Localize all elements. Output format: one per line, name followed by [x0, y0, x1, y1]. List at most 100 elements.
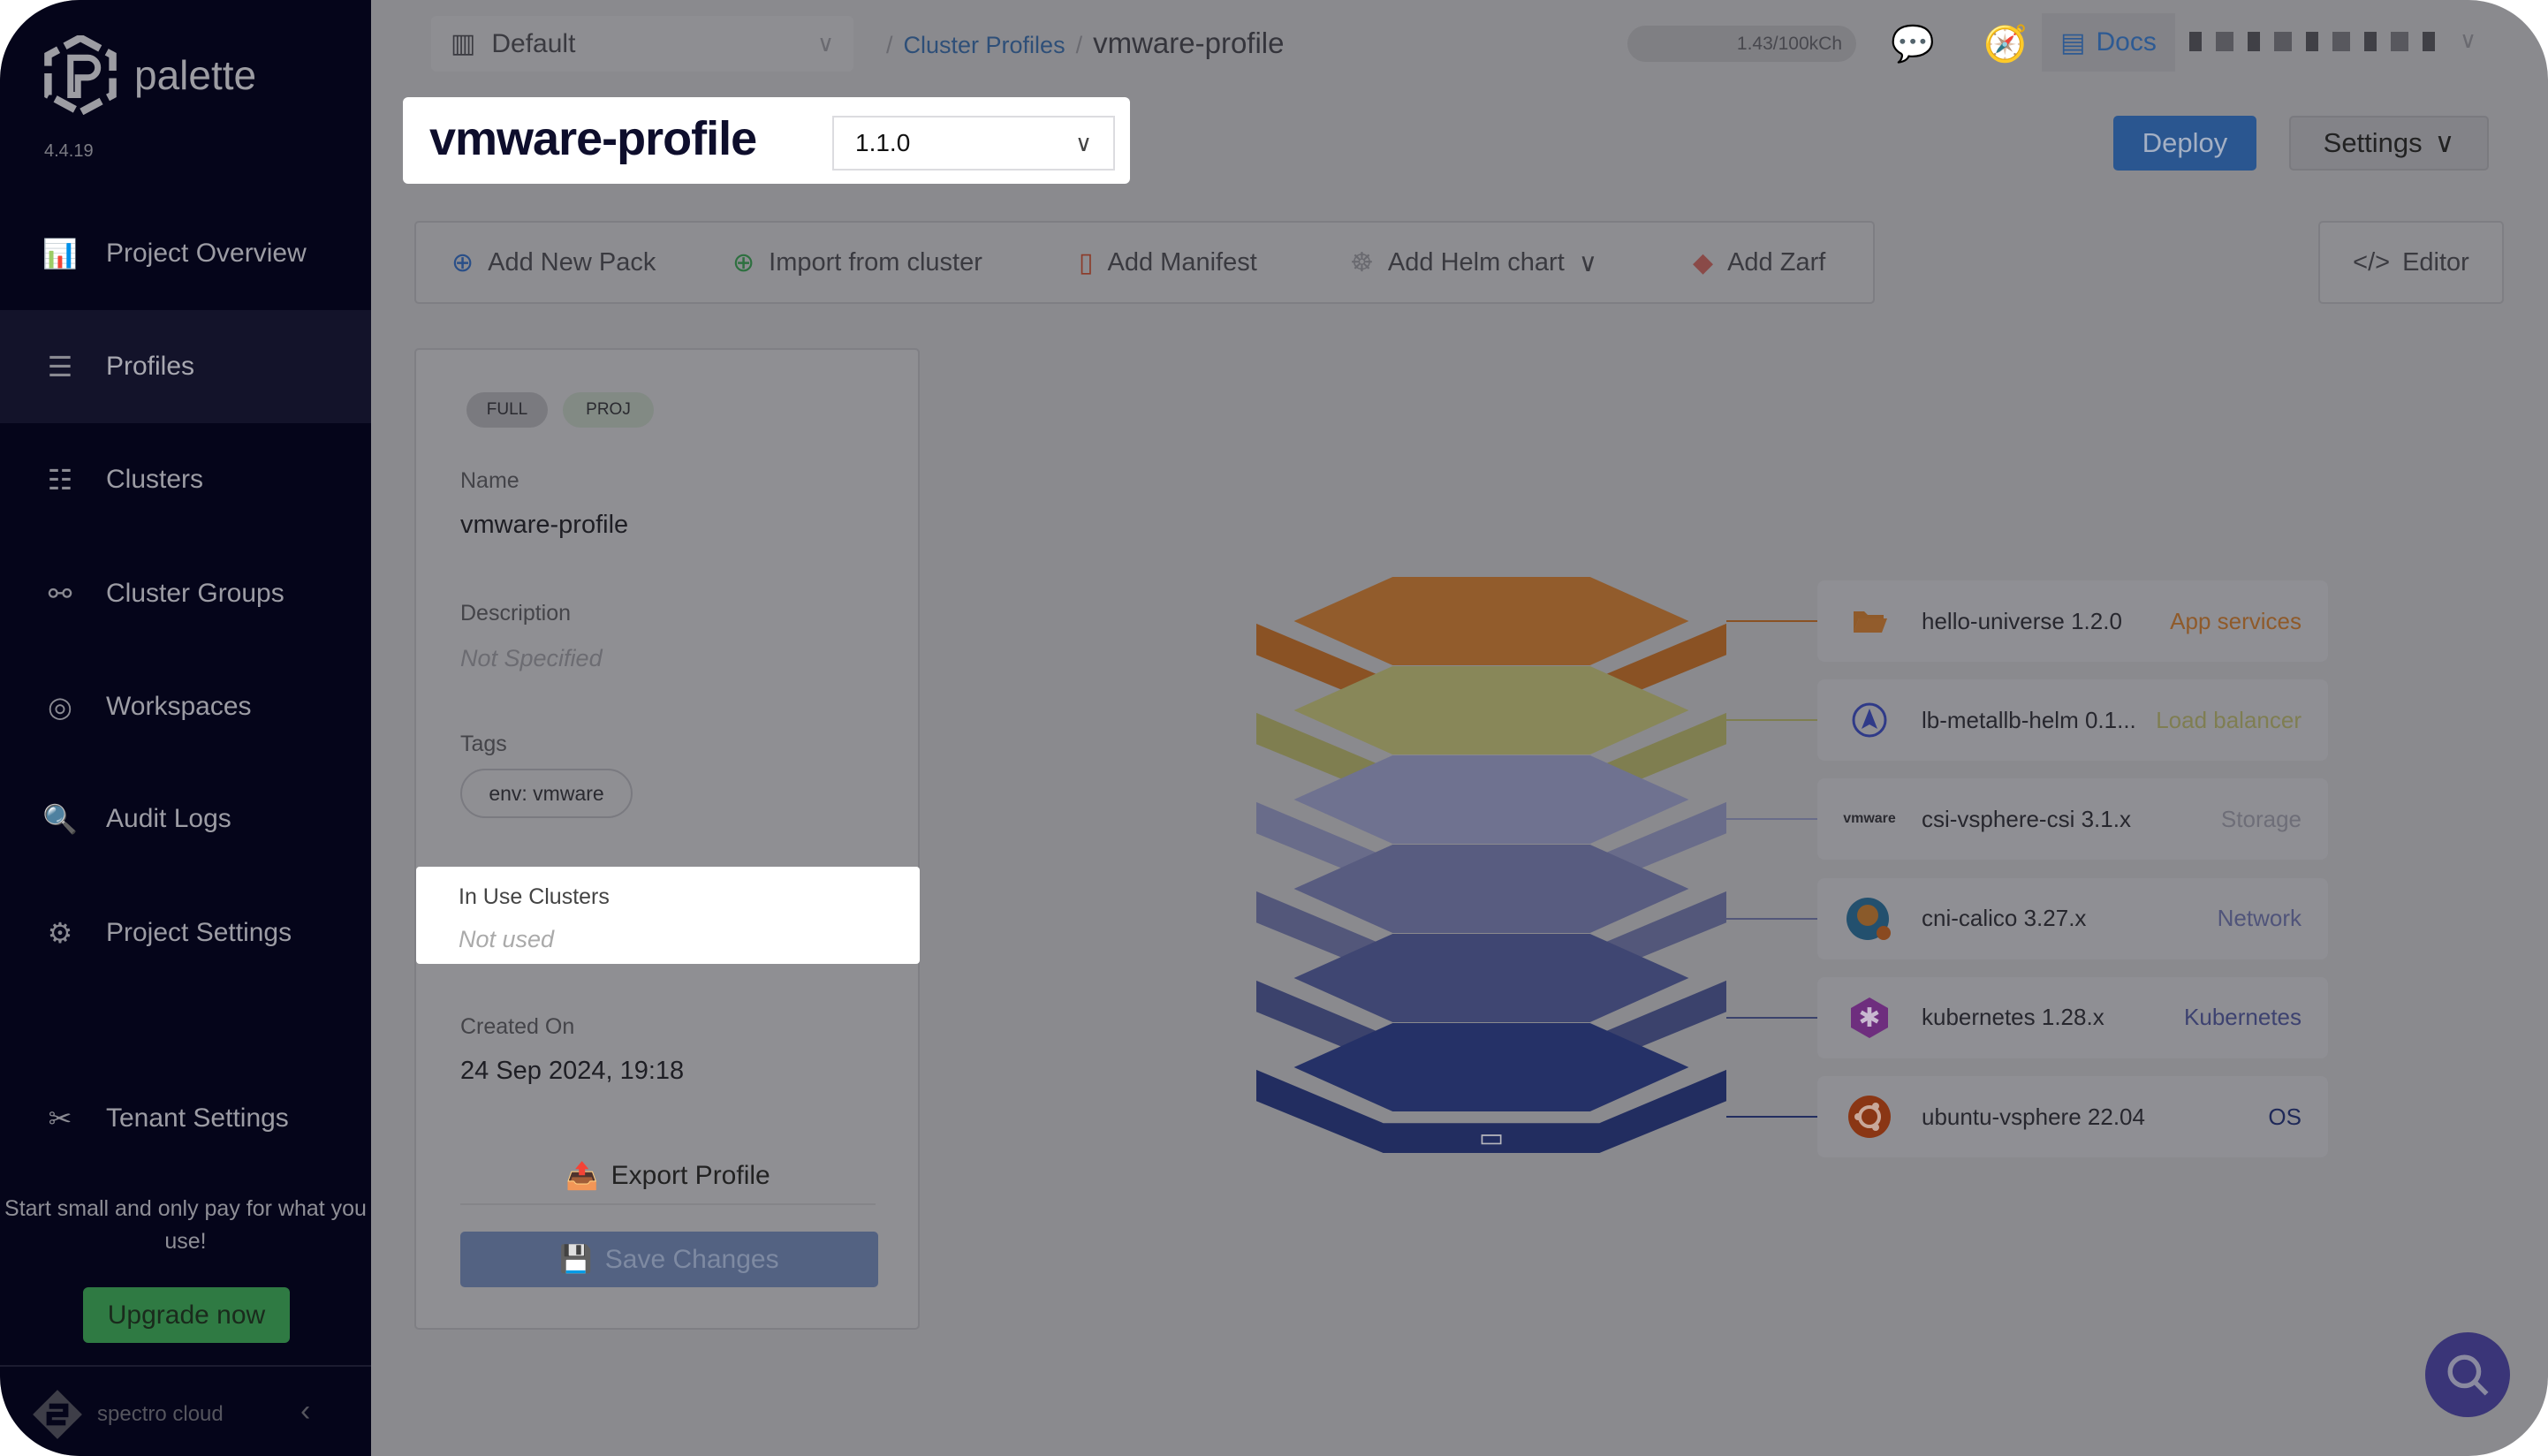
settings-button[interactable]: Settings ∨	[2289, 116, 2489, 171]
spectro-cloud-icon	[33, 1390, 82, 1439]
sidebar-item-cluster-groups[interactable]: ⚯ Cluster Groups	[0, 537, 371, 650]
vmware-icon: vmware	[1843, 811, 1896, 827]
palette-logo[interactable]: palette	[42, 35, 256, 115]
svg-text:✱: ✱	[1858, 1004, 1880, 1033]
sidebar-item-tenant-settings[interactable]: ✂ Tenant Settings	[0, 1062, 371, 1175]
sidebar-item-label: Audit Logs	[106, 804, 231, 833]
upgrade-button[interactable]: Upgrade now	[83, 1287, 290, 1343]
tool-label: Add Helm chart	[1387, 247, 1565, 277]
sidebar-item-clusters[interactable]: ☷ Clusters	[0, 423, 371, 536]
project-name: Default	[491, 28, 576, 58]
breadcrumb: / Cluster Profiles / vmware-profile	[886, 27, 1284, 60]
in-use-clusters-label: In Use Clusters	[459, 884, 610, 909]
breadcrumb-separator: /	[886, 32, 893, 58]
app-version: 4.4.19	[44, 141, 94, 161]
workspaces-icon: ◎	[48, 691, 72, 723]
tool-label: Add New Pack	[488, 247, 656, 277]
breadcrumb-cluster-profiles[interactable]: Cluster Profiles	[904, 32, 1065, 59]
compass-icon[interactable]: 🧭	[1983, 23, 2028, 64]
export-label: Export Profile	[610, 1161, 770, 1190]
layer-connector	[1726, 1116, 1817, 1118]
sidebar-item-label: Workspaces	[106, 692, 252, 721]
version-select[interactable]: 1.1.0 ∨	[832, 116, 1115, 171]
sidebar-item-label: Cluster Groups	[106, 579, 284, 608]
tools-icon: ✂	[48, 1103, 72, 1134]
name-label: Name	[460, 468, 519, 493]
name-value: vmware-profile	[460, 511, 629, 539]
save-changes-button[interactable]: 💾 Save Changes	[460, 1232, 878, 1287]
layer-connector	[1726, 917, 1817, 920]
add-manifest-button[interactable]: ▯ Add Manifest	[1079, 223, 1257, 302]
pack-type: Load balancer	[2156, 706, 2302, 733]
add-helm-chart-button[interactable]: ☸ Add Helm chart ∨	[1350, 223, 1597, 302]
audit-icon: 🔍	[42, 803, 78, 835]
pack-card[interactable]: hello-universe 1.2.0 App services	[1817, 580, 2328, 662]
user-menu[interactable]	[2189, 32, 2437, 51]
sidebar-item-project-settings[interactable]: ⚙ Project Settings	[0, 876, 371, 990]
deploy-button[interactable]: Deploy	[2113, 116, 2256, 171]
collapse-sidebar-icon[interactable]: ‹	[300, 1394, 310, 1429]
pack-card[interactable]: ubuntu-vsphere 22.04 OS	[1817, 1076, 2328, 1157]
pack-name: cni-calico 3.27.x	[1922, 905, 2087, 932]
sidebar-item-profiles[interactable]: ☰ Profiles	[0, 310, 371, 423]
project-selector[interactable]: ▥ Default ∨	[431, 16, 853, 72]
pack-type: App services	[2170, 607, 2302, 634]
stack-icon: ☰	[47, 351, 73, 383]
metallb-icon	[1817, 701, 1922, 739]
chat-icon[interactable]: 💬	[1891, 23, 1935, 64]
breadcrumb-current: vmware-profile	[1093, 27, 1285, 59]
helm-icon: ☸	[1350, 247, 1374, 277]
sidebar-item-label: Project Overview	[106, 239, 307, 268]
created-on-value: 24 Sep 2024, 19:18	[460, 1057, 685, 1085]
description-label: Description	[460, 601, 572, 626]
app-window: palette 4.4.19 📊 Project Overview ☰ Profil…	[0, 0, 2548, 1456]
stack-layer[interactable]: ▭	[1256, 1023, 1726, 1153]
chevron-down-icon[interactable]: ∨	[2460, 27, 2476, 54]
export-profile-button[interactable]: 📤 Export Profile	[460, 1149, 876, 1202]
sidebar-item-label: Tenant Settings	[106, 1103, 289, 1133]
add-new-pack-button[interactable]: ⊕ Add New Pack	[451, 223, 656, 302]
editor-button[interactable]: </> Editor	[2318, 221, 2504, 304]
sidebar-item-project-overview[interactable]: 📊 Project Overview	[0, 197, 371, 310]
chevron-down-icon: ∨	[2434, 127, 2455, 158]
sidebar-item-workspaces[interactable]: ◎ Workspaces	[0, 650, 371, 763]
pack-type: Network	[2217, 905, 2302, 932]
layer-icon: ▭	[1479, 1124, 1504, 1153]
sidebar: palette 4.4.19 📊 Project Overview ☰ Profil…	[0, 0, 371, 1456]
pack-card[interactable]: lb-metallb-helm 0.1... Load balancer	[1817, 679, 2328, 762]
footer-brand: spectro cloud	[97, 1402, 224, 1426]
add-zarf-button[interactable]: ◆ Add Zarf	[1693, 223, 1825, 302]
in-use-clusters-value: Not used	[459, 926, 555, 952]
divider	[460, 1203, 876, 1205]
pack-type: Storage	[2220, 805, 2302, 832]
usage-credits[interactable]: 1.43/100kCh	[1627, 26, 1856, 62]
tag-chip: env: vmware	[460, 769, 633, 818]
pack-card[interactable]: cni-calico 3.27.x Network	[1817, 877, 2328, 959]
zarf-icon: ◆	[1693, 247, 1714, 277]
save-label: Save Changes	[604, 1244, 779, 1274]
version-value: 1.1.0	[855, 129, 911, 156]
tool-label: Add Manifest	[1107, 247, 1257, 277]
layer-connector	[1726, 818, 1817, 821]
pack-card[interactable]: vmware csi-vsphere-csi 3.1.x Storage	[1817, 778, 2328, 861]
profile-details-card: FULL PROJ Name vmware-profile Descriptio…	[414, 348, 920, 1330]
sidebar-item-audit-logs[interactable]: 🔍 Audit Logs	[0, 762, 371, 876]
docs-label: Docs	[2096, 27, 2157, 57]
tool-label: Add Zarf	[1727, 247, 1826, 277]
sidebar-item-label: Clusters	[106, 465, 204, 494]
help-search-button[interactable]	[2425, 1332, 2510, 1417]
settings-label: Settings	[2323, 127, 2423, 158]
pack-name: kubernetes 1.28.x	[1922, 1004, 2104, 1031]
pack-card[interactable]: ✱ kubernetes 1.28.x Kubernetes	[1817, 976, 2328, 1058]
chevron-down-icon: ∨	[1074, 129, 1092, 156]
calico-icon	[1817, 894, 1922, 944]
docs-button[interactable]: ▤ Docs	[2042, 13, 2175, 72]
in-use-clusters-section: In Use Clusters Not used	[416, 867, 920, 964]
import-from-cluster-button[interactable]: ⊕ Import from cluster	[732, 223, 982, 302]
pack-name: ubuntu-vsphere 22.04	[1922, 1103, 2145, 1130]
sidebar-item-label: Project Settings	[106, 918, 292, 947]
layer-top	[1293, 577, 1689, 665]
description-value: Not Specified	[460, 645, 603, 671]
pack-name: lb-metallb-helm 0.1...	[1922, 706, 2136, 733]
save-icon: 💾	[559, 1245, 593, 1274]
